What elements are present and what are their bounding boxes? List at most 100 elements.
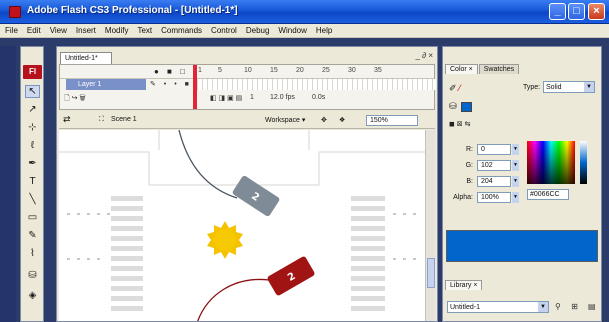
scrollbar-thumb[interactable] bbox=[427, 258, 435, 288]
title-bar: Adobe Flash CS3 Professional - [Untitled… bbox=[0, 0, 609, 24]
workspace-menu[interactable]: Workspace ▾ bbox=[265, 116, 305, 124]
stage-artwork: 2 2 bbox=[59, 130, 425, 321]
crosswalk-left bbox=[111, 196, 143, 311]
gray-motion-path bbox=[178, 130, 238, 199]
minimize-button[interactable]: _ bbox=[549, 3, 566, 20]
dotted-path-right bbox=[393, 213, 416, 260]
scene-name[interactable]: Scene 1 bbox=[111, 116, 137, 123]
color-preview bbox=[446, 230, 598, 262]
layer-controls[interactable]: ✎ • • ■ bbox=[150, 80, 192, 88]
road-outline bbox=[59, 130, 425, 186]
library-panel-tabs: Library × bbox=[445, 279, 483, 290]
edit-scene-icon[interactable]: ✥ bbox=[321, 116, 327, 124]
menu-edit[interactable]: Edit bbox=[27, 26, 41, 35]
edit-symbol-icon[interactable]: ❖ bbox=[339, 116, 345, 124]
brightness-slider[interactable] bbox=[580, 141, 587, 184]
color-spectrum[interactable] bbox=[527, 141, 575, 184]
close-button[interactable]: × bbox=[588, 3, 605, 20]
fill-type-select[interactable]: Solid ▼ bbox=[543, 81, 595, 93]
menu-help[interactable]: Help bbox=[316, 26, 332, 35]
green-stepper[interactable]: ▼ bbox=[512, 160, 519, 171]
pen-tool-icon[interactable]: ✒ bbox=[25, 157, 40, 170]
frames-grid[interactable] bbox=[197, 79, 436, 90]
frame-number: 20 bbox=[296, 67, 304, 74]
frame-number: 1 bbox=[198, 67, 202, 74]
crosswalk-right bbox=[351, 196, 385, 311]
elapsed-time: 0.0s bbox=[312, 94, 326, 101]
frame-number: 35 bbox=[374, 67, 382, 74]
chevron-down-icon: ▼ bbox=[584, 82, 594, 92]
rectangle-tool-icon[interactable]: ▭ bbox=[25, 211, 40, 224]
selection-tool-icon[interactable]: ↖ bbox=[25, 85, 40, 98]
layer-visibility-icons[interactable]: ● ■ □ bbox=[154, 67, 188, 76]
pencil-tool-icon[interactable]: ✎ bbox=[25, 229, 40, 242]
fill-type-value: Solid bbox=[546, 84, 562, 91]
menu-commands[interactable]: Commands bbox=[161, 26, 202, 35]
free-transform-tool-icon[interactable]: ⊹ bbox=[25, 121, 40, 134]
type-label: Type: bbox=[523, 84, 541, 91]
edit-bar: ⇄ ⛶ Scene 1 Workspace ▾ ✥ ❖ 150% bbox=[59, 112, 435, 129]
red-motion-path bbox=[197, 278, 270, 321]
onion-skin-icons[interactable]: ◧ ◨ ▣ ▤ bbox=[210, 94, 242, 102]
library-document-select[interactable]: Untitled-1 ▼ bbox=[447, 301, 549, 313]
document-tab[interactable]: Untitled-1* bbox=[60, 52, 112, 64]
flash-logo-icon bbox=[9, 6, 21, 18]
no-color-icon[interactable]: ⁄ bbox=[459, 83, 461, 93]
lasso-tool-icon[interactable]: ℓ bbox=[25, 139, 40, 152]
panel-controls[interactable]: _ ∂ × bbox=[415, 51, 433, 60]
red-shape: 2 bbox=[267, 256, 315, 296]
menu-debug[interactable]: Debug bbox=[246, 26, 270, 35]
menu-bar: File Edit View Insert Modify Text Comman… bbox=[0, 24, 609, 38]
left-dock-strip bbox=[0, 46, 16, 322]
eraser-tool-icon[interactable]: ◈ bbox=[25, 289, 40, 302]
layer-name[interactable]: Layer 1 bbox=[66, 79, 146, 90]
menu-window[interactable]: Window bbox=[278, 26, 306, 35]
back-arrow-icon[interactable]: ⇄ bbox=[63, 114, 71, 125]
sun-shape bbox=[207, 221, 243, 259]
green-field[interactable]: 102 bbox=[477, 160, 511, 171]
swap-colors-icon[interactable]: ◼ ⊠ ⇆ bbox=[449, 120, 470, 128]
timeline-footer: 🗋 ↪ 🗑 ◧ ◨ ▣ ▤ 1 12.0 fps 0.0s bbox=[60, 93, 434, 105]
add-layer-icons[interactable]: 🗋 ↪ 🗑 bbox=[64, 94, 86, 105]
frame-number: 25 bbox=[322, 67, 330, 74]
timeline-header: ● ■ □ 1 5 10 15 20 25 30 35 bbox=[60, 65, 434, 79]
zoom-select[interactable]: 150% bbox=[366, 115, 418, 126]
library-option-icons[interactable]: ⚲ ⊞ ▤ bbox=[555, 302, 600, 311]
alpha-stepper[interactable]: ▼ bbox=[512, 192, 519, 203]
menu-insert[interactable]: Insert bbox=[76, 26, 96, 35]
document-panel: Untitled-1* _ ∂ × ● ■ □ 1 5 10 15 20 25 … bbox=[56, 46, 438, 322]
stage[interactable]: 2 2 bbox=[59, 130, 425, 321]
dotted-path-left bbox=[67, 213, 110, 260]
paint-bucket-tool-icon[interactable]: ⛁ bbox=[25, 269, 40, 282]
alpha-field[interactable]: 100% bbox=[477, 192, 511, 203]
flash-badge: Fl bbox=[23, 65, 42, 79]
line-tool-icon[interactable]: ╲ bbox=[25, 193, 40, 206]
fill-color-swatch[interactable] bbox=[461, 102, 472, 112]
tab-swatches[interactable]: Swatches bbox=[478, 64, 520, 74]
menu-text[interactable]: Text bbox=[137, 26, 152, 35]
red-stepper[interactable]: ▼ bbox=[512, 144, 519, 155]
menu-modify[interactable]: Modify bbox=[105, 26, 129, 35]
hex-field[interactable]: #0066CC bbox=[527, 189, 569, 200]
tools-panel: Fl ↖ ↗ ⊹ ℓ ✒ T ╲ ▭ ✎ ⌇ ⛁ ◈ bbox=[20, 46, 44, 322]
red-field[interactable]: 0 bbox=[477, 144, 511, 155]
library-document-value: Untitled-1 bbox=[450, 304, 480, 311]
blue-stepper[interactable]: ▼ bbox=[512, 176, 519, 187]
chevron-down-icon: ▼ bbox=[538, 302, 548, 312]
maximize-button[interactable]: □ bbox=[568, 3, 585, 20]
stroke-color-icon[interactable]: ✐ bbox=[449, 83, 457, 94]
subselection-tool-icon[interactable]: ↗ bbox=[25, 103, 40, 116]
text-tool-icon[interactable]: T bbox=[25, 175, 40, 188]
stage-vertical-scrollbar[interactable] bbox=[425, 130, 435, 321]
blue-field[interactable]: 204 bbox=[477, 176, 511, 187]
color-panel-tabs: Color × Swatches bbox=[445, 63, 520, 74]
menu-file[interactable]: File bbox=[5, 26, 18, 35]
menu-control[interactable]: Control bbox=[211, 26, 237, 35]
brush-tool-icon[interactable]: ⌇ bbox=[25, 247, 40, 260]
right-panels: Color × Swatches ✐ ⁄ Type: Solid ▼ ⛁ ◼ ⊠ … bbox=[442, 46, 602, 322]
tab-color[interactable]: Color × bbox=[445, 64, 478, 74]
gray-shape: 2 bbox=[232, 175, 280, 217]
fill-color-icon[interactable]: ⛁ bbox=[449, 101, 457, 112]
tab-library[interactable]: Library × bbox=[445, 280, 483, 290]
menu-view[interactable]: View bbox=[50, 26, 67, 35]
